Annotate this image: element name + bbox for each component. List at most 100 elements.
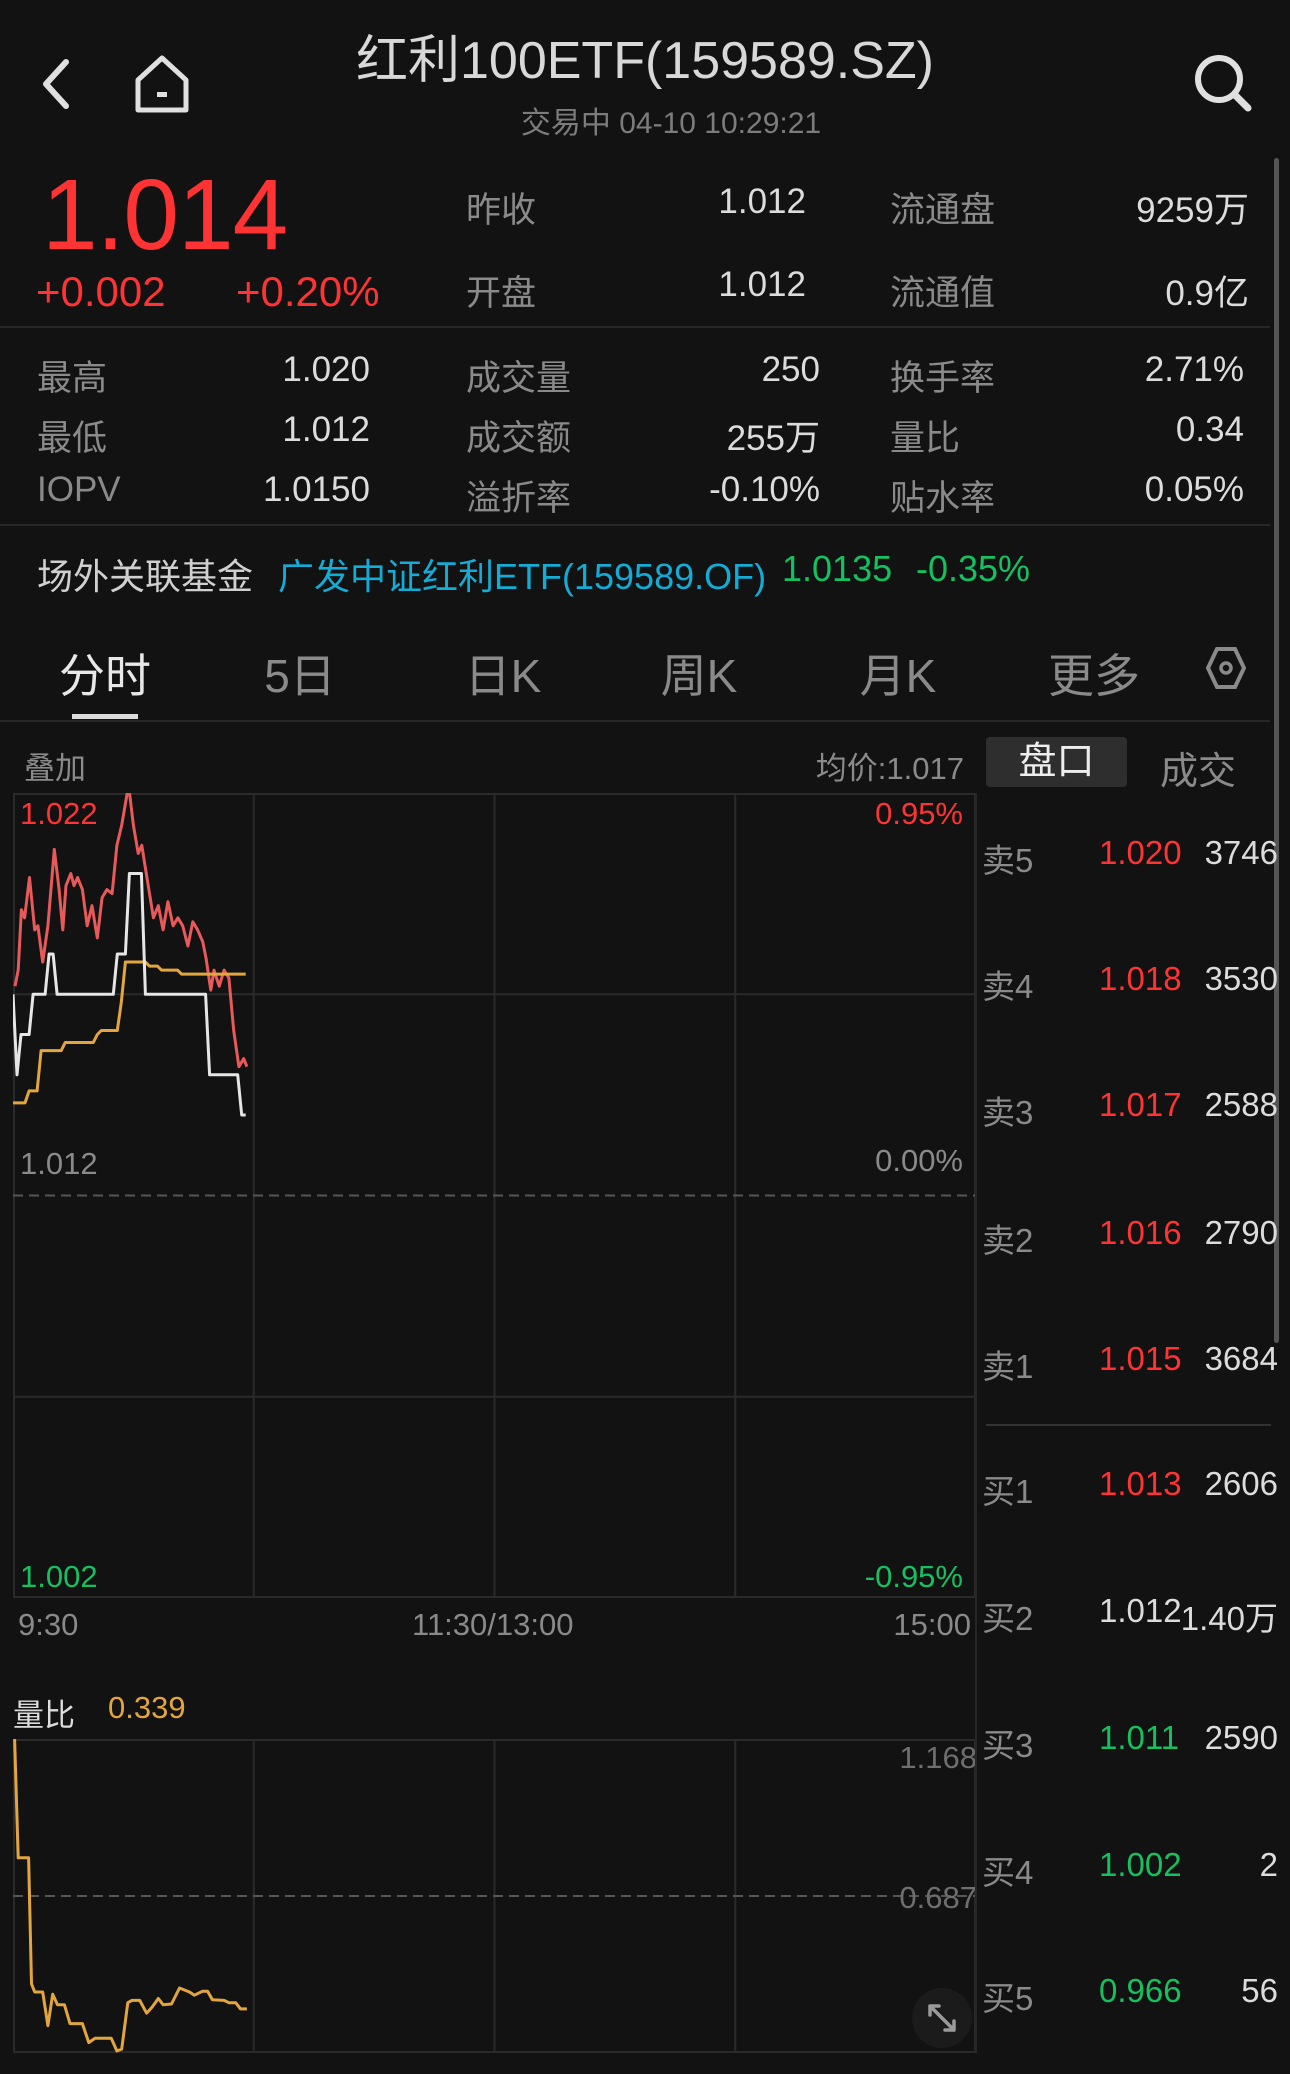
level-price: 1.013 bbox=[1099, 1465, 1182, 1502]
stat-label: 昨收 bbox=[466, 191, 537, 230]
tab-order-book-label: 盘口 bbox=[1018, 741, 1095, 783]
level-price: 1.012 bbox=[1099, 1592, 1182, 1629]
price-change-pct: +0.20% bbox=[236, 268, 380, 315]
level-volume: 2590 bbox=[1204, 1719, 1278, 1756]
stat-value: 255万 bbox=[726, 419, 820, 458]
stat-value: -0.10% bbox=[709, 470, 820, 509]
stat-label: 最高 bbox=[37, 359, 108, 398]
stat-value: 1.0150 bbox=[262, 470, 370, 509]
stat-value: 2.71% bbox=[1144, 350, 1244, 389]
stat-value: 1.012 bbox=[282, 410, 370, 449]
tab-trades[interactable]: 成交 bbox=[1160, 740, 1236, 795]
scrollbar[interactable] bbox=[1274, 158, 1279, 1343]
search-button[interactable] bbox=[1192, 52, 1254, 114]
tab-5day[interactable]: 5日 bbox=[264, 640, 336, 706]
level-label: 卖3 bbox=[982, 1094, 1034, 1131]
level-price: 1.015 bbox=[1099, 1340, 1182, 1377]
stat-value: 250 bbox=[761, 350, 820, 389]
order-book-row: 买1 1.013 2606 bbox=[982, 1465, 1278, 1510]
level-volume: 3530 bbox=[1204, 960, 1278, 997]
trading-status: 交易中 04-10 10:29:21 bbox=[520, 107, 822, 140]
order-book-frame bbox=[975, 793, 977, 2053]
current-price: 1.014 bbox=[42, 159, 288, 271]
stat-value: 0.9亿 bbox=[1165, 274, 1249, 313]
level-volume: 2 bbox=[1259, 1846, 1278, 1883]
stat-label: 开盘 bbox=[466, 274, 537, 313]
y-label-min-pct: -0.95% bbox=[864, 1559, 963, 1594]
volume-ratio-label: 量比 bbox=[13, 1698, 75, 1733]
tab-weekly-k[interactable]: 周K bbox=[661, 640, 738, 706]
stat-value: 1.020 bbox=[282, 350, 370, 389]
level-price: 1.011 bbox=[1099, 1719, 1180, 1756]
related-fund-link[interactable]: 广发中证红利ETF(159589.OF) bbox=[278, 548, 766, 600]
x-tick-close: 15:00 bbox=[893, 1607, 971, 1642]
level-price: 1.017 bbox=[1099, 1086, 1182, 1123]
order-book-row: 卖5 1.020 3746 bbox=[982, 834, 1278, 879]
chart-settings-button[interactable] bbox=[1205, 646, 1247, 690]
order-book-row: 卖1 1.015 3684 bbox=[982, 1340, 1278, 1385]
level-label: 买1 bbox=[982, 1473, 1034, 1510]
level-label: 卖5 bbox=[982, 842, 1034, 879]
x-tick-midday: 11:30/13:00 bbox=[412, 1607, 574, 1642]
expand-chart-button[interactable] bbox=[912, 1988, 972, 2048]
related-fund-price: 1.0135 bbox=[782, 548, 893, 589]
y-label-max-pct: 0.95% bbox=[875, 796, 963, 831]
expand-icon bbox=[928, 2004, 956, 2032]
level-volume: 1.40万 bbox=[1180, 1600, 1278, 1637]
order-book-separator bbox=[986, 1424, 1271, 1426]
order-book-row: 卖4 1.018 3530 bbox=[982, 960, 1278, 1005]
overlay-button[interactable]: 叠加 bbox=[24, 743, 86, 788]
stat-label: 流通值 bbox=[890, 274, 996, 313]
page-title: 红利100ETF(159589.SZ) bbox=[355, 32, 935, 90]
related-fund-label: 场外关联基金 bbox=[37, 556, 254, 597]
stat-label: 流通盘 bbox=[890, 191, 996, 230]
level-label: 买5 bbox=[982, 1980, 1034, 2017]
level-label: 卖4 bbox=[982, 968, 1034, 1005]
level-price: 1.016 bbox=[1099, 1214, 1182, 1251]
stat-value: 9259万 bbox=[1136, 191, 1249, 230]
settings-hexagon-icon bbox=[1205, 647, 1247, 689]
divider bbox=[0, 720, 1270, 722]
price-change: +0.002 bbox=[36, 268, 166, 315]
stat-value: 1.012 bbox=[718, 182, 806, 221]
level-label: 卖1 bbox=[982, 1348, 1034, 1385]
tab-monthly-k[interactable]: 月K bbox=[860, 640, 937, 706]
order-book-row: 买2 1.012 1.40万 bbox=[982, 1592, 1278, 1637]
tab-intraday[interactable]: 分时 bbox=[59, 640, 151, 706]
y-label-min: 1.002 bbox=[20, 1559, 98, 1594]
level-price: 1.018 bbox=[1099, 960, 1182, 997]
volume-ratio-value: 0.339 bbox=[108, 1690, 186, 1725]
tab-order-book[interactable]: 盘口 bbox=[986, 737, 1127, 787]
level-volume: 56 bbox=[1241, 1972, 1278, 2009]
stat-label: 溢折率 bbox=[466, 479, 572, 518]
y-label-mid: 1.012 bbox=[20, 1146, 98, 1181]
level-volume: 2588 bbox=[1204, 1086, 1278, 1123]
y-label-mid-pct: 0.00% bbox=[875, 1143, 963, 1178]
level-price: 1.002 bbox=[1099, 1846, 1182, 1883]
level-volume: 3684 bbox=[1204, 1340, 1278, 1377]
stat-label: 换手率 bbox=[890, 359, 996, 398]
avg-price: 均价:1.017 bbox=[815, 751, 964, 786]
vol-y-label-mid: 0.687 bbox=[899, 1880, 977, 1915]
level-label: 卖2 bbox=[982, 1222, 1034, 1259]
search-icon bbox=[1195, 55, 1252, 112]
series-line-overlay bbox=[13, 793, 249, 1069]
stat-value: 0.34 bbox=[1175, 410, 1244, 449]
divider bbox=[0, 524, 1270, 526]
stat-label: 成交量 bbox=[466, 359, 572, 398]
tab-daily-k[interactable]: 日K bbox=[465, 640, 542, 706]
y-label-max: 1.022 bbox=[20, 796, 98, 831]
x-tick-open: 9:30 bbox=[18, 1607, 79, 1642]
tab-more[interactable]: 更多 bbox=[1048, 640, 1140, 706]
active-tab-indicator bbox=[72, 714, 138, 719]
level-volume: 2606 bbox=[1204, 1465, 1278, 1502]
vol-y-label-max: 1.168 bbox=[899, 1740, 977, 1775]
stat-value: 0.05% bbox=[1144, 470, 1244, 509]
stat-value: 1.012 bbox=[718, 265, 806, 304]
stat-label: 量比 bbox=[890, 419, 961, 458]
order-book-row: 买4 1.002 2 bbox=[982, 1846, 1278, 1891]
intraday-price-chart[interactable] bbox=[13, 793, 976, 1598]
order-book-row: 买3 1.011 2590 bbox=[982, 1719, 1278, 1764]
stat-label: IOPV bbox=[37, 470, 121, 509]
order-book-row: 卖2 1.016 2790 bbox=[982, 1214, 1278, 1259]
